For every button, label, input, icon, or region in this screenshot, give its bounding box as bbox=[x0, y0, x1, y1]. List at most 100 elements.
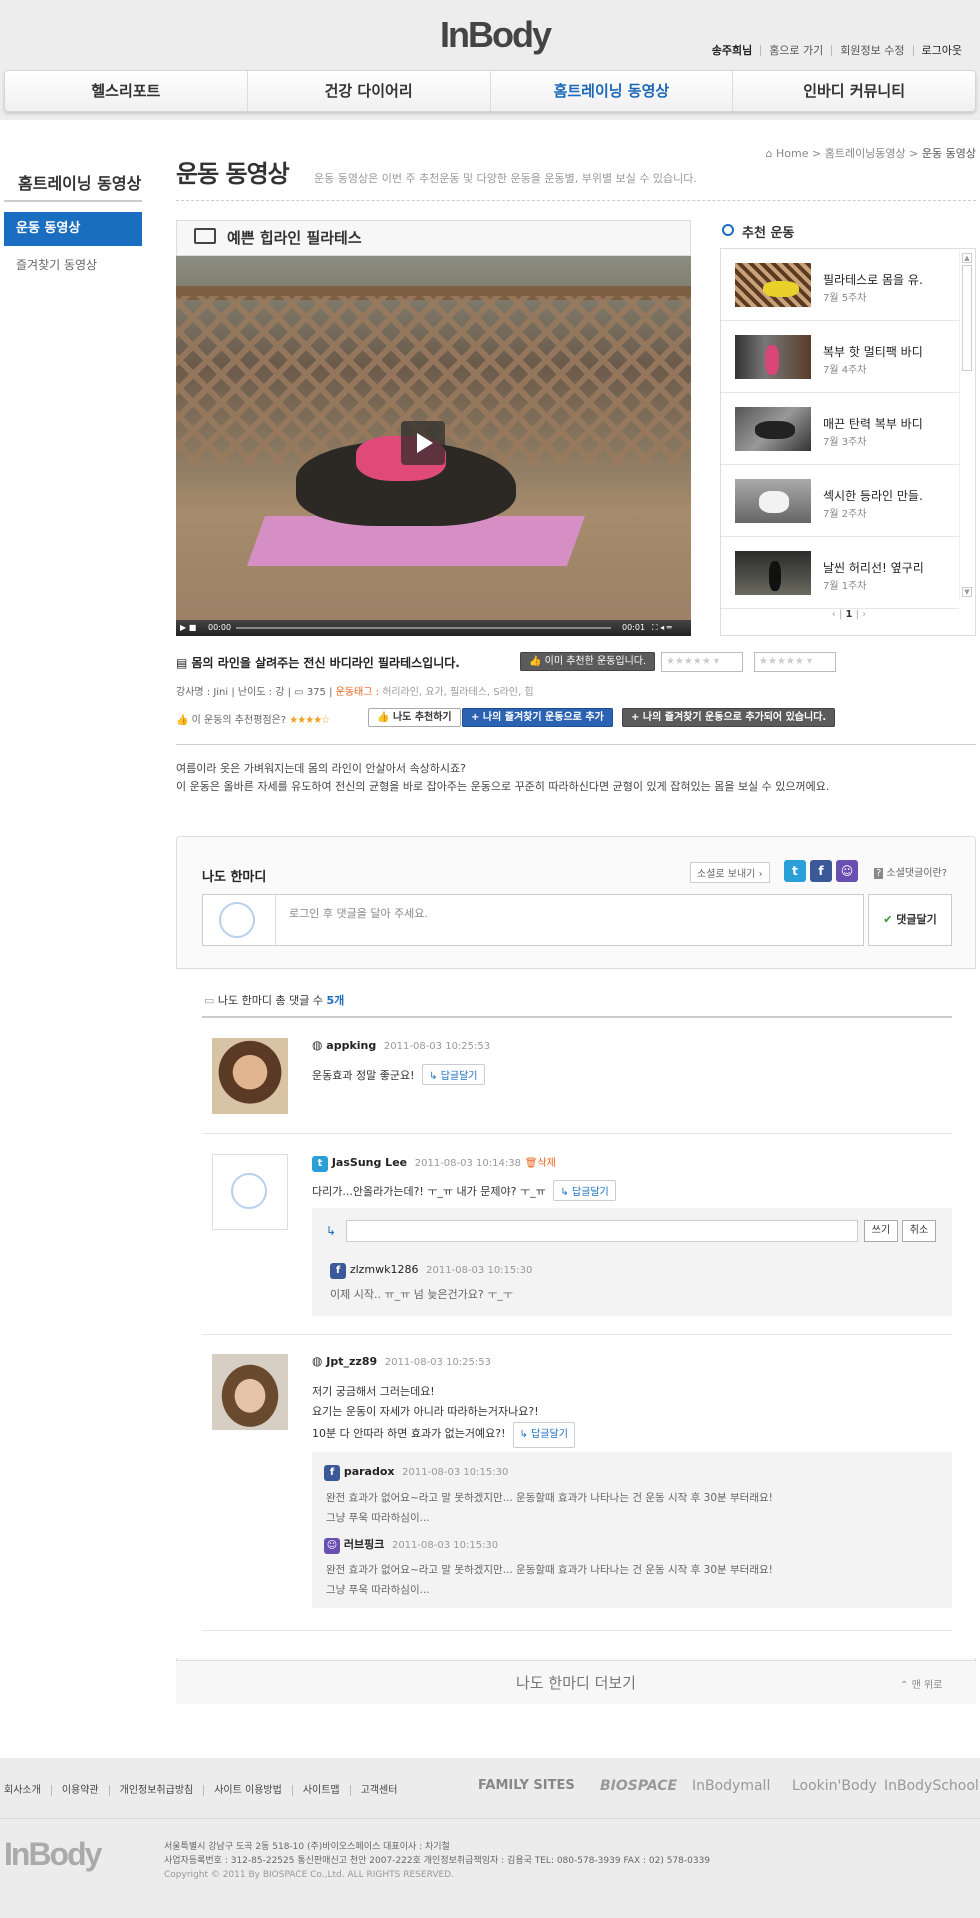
recommend-button[interactable]: 👍 나도 추천하기 bbox=[368, 708, 461, 727]
rating-select-2[interactable]: ★★★★★ ▾ bbox=[754, 652, 836, 672]
reply-input[interactable] bbox=[346, 1220, 858, 1242]
reply-header: ☺ 러브핑크 2011-08-03 10:15:30 bbox=[324, 1536, 498, 1554]
scrollbar[interactable]: ▲ ▼ bbox=[959, 251, 973, 601]
tags[interactable]: 허리라인, 요가, 필라테스, S라인, 힙 bbox=[382, 687, 533, 698]
me2day-icon[interactable]: ☺ bbox=[836, 860, 858, 882]
thumb bbox=[735, 263, 811, 307]
doc-icon: ▤ bbox=[176, 656, 192, 670]
reply-author[interactable]: 러브핑크 bbox=[344, 1538, 384, 1551]
user-name: 송주희님 bbox=[711, 44, 753, 57]
comment-title: 나도 한마디 bbox=[202, 870, 267, 885]
next-icon[interactable]: › bbox=[862, 609, 866, 620]
comment-submit-button[interactable]: ✔ 댓글달기 bbox=[868, 894, 952, 946]
list-item[interactable]: 매끈 탄력 복부 바디 7월 3주차 bbox=[721, 393, 959, 465]
comment-author[interactable]: Jpt_zz89 bbox=[326, 1355, 377, 1368]
rec-title: 매끈 탄력 복부 바디 bbox=[823, 417, 923, 431]
reply-button[interactable]: ↳ 답글달기 bbox=[553, 1180, 616, 1201]
fav-add-button[interactable]: + 나의 즐겨찾기 운동으로 추가 bbox=[462, 708, 613, 727]
nav-community[interactable]: 인바디 커뮤니티 bbox=[732, 71, 975, 111]
crumb-training[interactable]: 홈트레이닝동영상 bbox=[825, 147, 906, 160]
time-total: 00:01 bbox=[622, 623, 646, 632]
inbodymall-logo[interactable]: InBodymall bbox=[692, 1778, 770, 1794]
comment-body: 운동효과 정말 좋군요! ↳ 답글달기 bbox=[312, 1064, 485, 1085]
sidebar-item-exercise-video[interactable]: 운동 동영상 bbox=[4, 212, 142, 246]
back-to-top[interactable]: ⌃ 맨 위로 bbox=[900, 1676, 942, 1691]
footer-link-privacy[interactable]: 개인정보취급방침 bbox=[108, 1785, 204, 1796]
footer-link-terms[interactable]: 이용약관 bbox=[50, 1785, 109, 1796]
thumb bbox=[735, 407, 811, 451]
footer-link-sitemap[interactable]: 사이트맵 bbox=[291, 1785, 350, 1796]
fullscreen-icon[interactable]: ⛶ ◂ ═ bbox=[652, 620, 672, 636]
instructor: 강사명 : Jini bbox=[176, 687, 229, 698]
more-comments-button[interactable]: 나도 한마디 더보기 bbox=[176, 1660, 976, 1704]
twitter-icon[interactable]: t bbox=[784, 860, 806, 882]
inbodyschool-logo[interactable]: InBodySchool bbox=[884, 1778, 979, 1794]
help-icon: ? bbox=[874, 868, 884, 879]
divider bbox=[202, 1334, 952, 1335]
nav-home-training[interactable]: 홈트레이닝 동영상 bbox=[489, 71, 733, 111]
fav-done-wrap: + 나의 즐겨찾기 운동으로 추가되어 있습니다. bbox=[622, 708, 836, 727]
address-line-1: 서울특별시 강남구 도곡 2동 518-10 (주)바이오스페이스 대표이사 :… bbox=[164, 1842, 450, 1852]
progress-bar[interactable] bbox=[236, 627, 611, 629]
user-icon: ◍ bbox=[312, 1038, 327, 1052]
list-item[interactable]: 복부 핫 멀티팩 바디 7월 4주차 bbox=[721, 321, 959, 393]
scroll-down-icon[interactable]: ▼ bbox=[962, 587, 972, 597]
reply-box: f paradox 2011-08-03 10:15:30 완전 효과가 없어요… bbox=[312, 1452, 952, 1608]
reply-button[interactable]: ↳ 답글달기 bbox=[422, 1064, 485, 1085]
video-meta: 강사명 : Jini | 난이도 : 강 | ▭ 375 | 운동태그 : 허리… bbox=[176, 687, 534, 698]
check-icon: ✔ bbox=[883, 913, 893, 926]
already-label: 이미 추천한 운동입니다. bbox=[544, 656, 647, 667]
scroll-up-icon[interactable]: ▲ bbox=[962, 253, 972, 263]
logout-link[interactable]: 로그아웃 bbox=[912, 45, 970, 56]
footer-link-about[interactable]: 회사소개 bbox=[4, 1785, 51, 1796]
reply-author[interactable]: paradox bbox=[344, 1465, 395, 1478]
divider bbox=[202, 1133, 952, 1134]
prev-icon[interactable]: ‹ bbox=[832, 609, 836, 620]
fav-done-button[interactable]: + 나의 즐겨찾기 운동으로 추가되어 있습니다. bbox=[622, 708, 836, 727]
footer-address: 서울특별시 강남구 도곡 2동 518-10 (주)바이오스페이스 대표이사 :… bbox=[164, 1840, 710, 1882]
sidebar-item-favorites[interactable]: 즐겨찾기 동영상 bbox=[16, 256, 97, 273]
comment-author[interactable]: appking bbox=[326, 1039, 376, 1052]
count-value: 5개 bbox=[326, 994, 345, 1007]
scroll-thumb[interactable] bbox=[962, 265, 972, 371]
home-link[interactable]: 홈으로 가기 bbox=[760, 45, 831, 56]
delete-button[interactable]: 🗑삭제 bbox=[525, 1158, 556, 1169]
rating-select-1[interactable]: ★★★★★ ▾ bbox=[661, 652, 743, 672]
comment-body: 다리가...안올라가는데?! ㅜ_ㅠ 내가 문제야? ㅜ_ㅠ ↳ 답글달기 bbox=[312, 1180, 616, 1201]
reply-text-line: 완전 효과가 없어요~라고 말 못하겠지만... 운동할때 효과가 나타나는 건… bbox=[326, 1564, 773, 1576]
edit-profile-link[interactable]: 회원정보 수정 bbox=[831, 45, 912, 56]
biospace-logo[interactable]: BIOSPACE bbox=[600, 1778, 677, 1794]
play-icon[interactable] bbox=[401, 421, 445, 465]
reply-write-button[interactable]: 쓰기 bbox=[864, 1220, 898, 1242]
list-item[interactable]: 날씬 허리선! 옆구리 7월 1주차 bbox=[721, 537, 959, 609]
reply-label: 답글달기 bbox=[531, 1429, 568, 1440]
facebook-icon[interactable]: f bbox=[810, 860, 832, 882]
social-send-label: 소셜로 보내기 bbox=[697, 869, 756, 880]
recommend-title: 추천 운동 bbox=[742, 226, 795, 241]
video-title: 예쁜 힙라인 필라테스 bbox=[176, 220, 691, 256]
play-small-icon[interactable]: ▶ ■ bbox=[180, 620, 196, 636]
comment-input[interactable]: 로그인 후 댓글을 달아 주세요. bbox=[202, 894, 864, 946]
list-item[interactable]: 필라테스로 몸을 유. 7월 5주차 bbox=[721, 249, 959, 321]
footer-link-guide[interactable]: 사이트 이용방법 bbox=[203, 1785, 292, 1796]
reply-author[interactable]: zlzmwk1286 bbox=[350, 1263, 419, 1276]
reply-button[interactable]: ↳ 답글달기 bbox=[512, 1422, 575, 1448]
nav-health-diary[interactable]: 건강 다이어리 bbox=[246, 71, 490, 111]
avatar bbox=[212, 1038, 288, 1114]
inbody-logo[interactable]: InBody bbox=[440, 14, 552, 56]
page-number[interactable]: 1 bbox=[846, 609, 853, 620]
already-recommended-button: 👍 이미 추천한 운동입니다. bbox=[520, 652, 656, 671]
footer-link-support[interactable]: 고객센터 bbox=[349, 1785, 408, 1796]
reply-cancel-button[interactable]: 취소 bbox=[902, 1220, 936, 1242]
reply-header: f zlzmwk1286 2011-08-03 10:15:30 bbox=[330, 1262, 532, 1279]
list-item[interactable]: 섹시한 등라인 만들. 7월 2주차 bbox=[721, 465, 959, 537]
lookinbody-logo[interactable]: Lookin'Body bbox=[792, 1778, 877, 1794]
comment-author[interactable]: JasSung Lee bbox=[332, 1156, 407, 1169]
video-subtitle-text: 몸의 라인을 살려주는 전신 바디라인 필라테스입니다. bbox=[191, 656, 460, 670]
crumb-home[interactable]: Home bbox=[776, 147, 808, 160]
social-send-button[interactable]: 소셜로 보내기 › bbox=[690, 862, 770, 883]
social-help[interactable]: ? 소셜댓글이란? bbox=[874, 864, 947, 879]
video-player[interactable] bbox=[176, 256, 691, 620]
nav-health-report[interactable]: 헬스리포트 bbox=[5, 71, 247, 111]
reply-header: f paradox 2011-08-03 10:15:30 bbox=[324, 1464, 508, 1481]
